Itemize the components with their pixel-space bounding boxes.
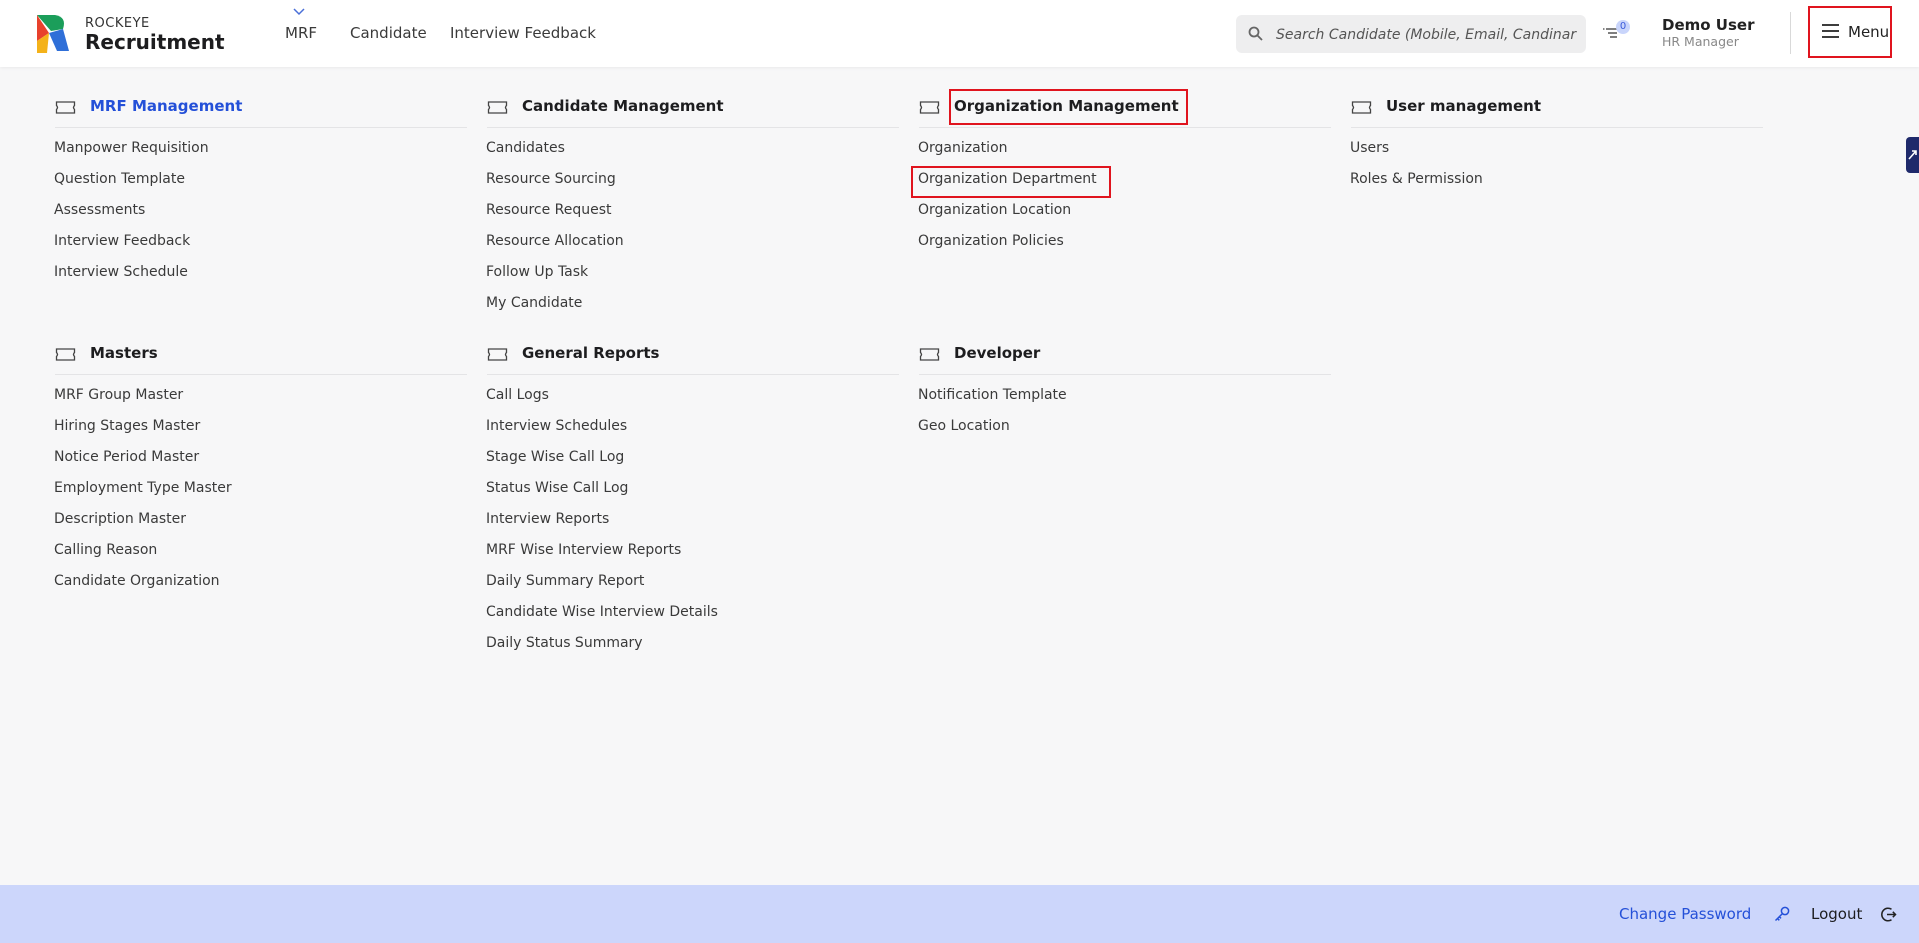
menu-item-resource-request[interactable]: Resource Request (486, 202, 612, 218)
chevron-down-icon[interactable] (292, 6, 306, 16)
menu-item-hiring-stages-master[interactable]: Hiring Stages Master (54, 418, 200, 434)
menu-item-status-wise-call-log[interactable]: Status Wise Call Log (486, 480, 628, 496)
menu-item-follow-up-task[interactable]: Follow Up Task (486, 264, 588, 280)
menu-item-assessments[interactable]: Assessments (54, 202, 145, 218)
menu-item-geo-location[interactable]: Geo Location (918, 418, 1010, 434)
arrow-icon (1908, 150, 1917, 160)
menu-item-my-candidate[interactable]: My Candidate (486, 295, 582, 311)
menu-item-description-master[interactable]: Description Master (54, 511, 186, 527)
section-title[interactable]: User management (1386, 97, 1541, 115)
menu-item-interview-feedback[interactable]: Interview Feedback (54, 233, 190, 249)
menu-item-question-template[interactable]: Question Template (54, 171, 185, 187)
menu-item-notification-template[interactable]: Notification Template (918, 387, 1067, 403)
brand-tagline: ROCKEYE (85, 16, 150, 31)
ticket-icon (487, 101, 508, 114)
section-title[interactable]: Candidate Management (522, 97, 724, 115)
menu-item-mrf-group-master[interactable]: MRF Group Master (54, 387, 183, 403)
logout-link[interactable]: Logout (1811, 905, 1862, 923)
menu-item-organization[interactable]: Organization (918, 140, 1008, 156)
ticket-icon (919, 348, 940, 361)
nav-item-interview-feedback[interactable]: Interview Feedback (450, 24, 596, 42)
menu-item-calling-reason[interactable]: Calling Reason (54, 542, 157, 558)
key-icon[interactable] (1773, 905, 1791, 923)
search-icon (1248, 26, 1263, 41)
section-masters: Masters (55, 344, 467, 375)
menu-item-candidate-organization[interactable]: Candidate Organization (54, 573, 220, 589)
header-divider (1790, 12, 1791, 54)
ticket-icon (55, 348, 76, 361)
menu-item-interview-schedules[interactable]: Interview Schedules (486, 418, 627, 434)
menu-label: Menu (1848, 23, 1890, 41)
menu-item-notice-period-master[interactable]: Notice Period Master (54, 449, 199, 465)
menu-item-daily-summary-report[interactable]: Daily Summary Report (486, 573, 644, 589)
brand-name: Recruitment (85, 30, 225, 54)
footer-bar: Change Password Logout (0, 885, 1919, 943)
section-user-management: User management (1351, 97, 1763, 128)
menu-item-mrf-wise-interview-reports[interactable]: MRF Wise Interview Reports (486, 542, 681, 558)
side-drawer-tab[interactable] (1906, 137, 1919, 173)
user-role: HR Manager (1662, 34, 1739, 49)
menu-item-interview-reports[interactable]: Interview Reports (486, 511, 609, 527)
nav-item-candidate[interactable]: Candidate (350, 24, 427, 42)
menu-item-stage-wise-call-log[interactable]: Stage Wise Call Log (486, 449, 624, 465)
section-mrf-management: MRF Management (55, 97, 467, 128)
notification-count-badge: 0 (1616, 20, 1630, 34)
menu-item-users[interactable]: Users (1350, 140, 1389, 156)
hamburger-icon (1822, 24, 1839, 38)
menu-item-manpower-requisition[interactable]: Manpower Requisition (54, 140, 209, 156)
change-password-link[interactable]: Change Password (1619, 905, 1751, 923)
ticket-icon (55, 101, 76, 114)
highlight-box-organization-department (911, 166, 1111, 198)
ticket-icon (1351, 101, 1372, 114)
menu-item-organization-location[interactable]: Organization Location (918, 202, 1071, 218)
notification-button[interactable]: 0 (1602, 20, 1632, 42)
ticket-icon (487, 348, 508, 361)
menu-item-resource-allocation[interactable]: Resource Allocation (486, 233, 624, 249)
user-name[interactable]: Demo User (1662, 16, 1754, 34)
menu-item-roles-permission[interactable]: Roles & Permission (1350, 171, 1483, 187)
menu-item-candidate-wise-interview-details[interactable]: Candidate Wise Interview Details (486, 604, 718, 620)
menu-item-candidates[interactable]: Candidates (486, 140, 565, 156)
section-developer: Developer (919, 344, 1331, 375)
section-general-reports: General Reports (487, 344, 899, 375)
section-title[interactable]: General Reports (522, 344, 659, 362)
ticket-icon (919, 101, 940, 114)
menu-item-interview-schedule[interactable]: Interview Schedule (54, 264, 188, 280)
menu-item-daily-status-summary[interactable]: Daily Status Summary (486, 635, 643, 651)
rockeye-logo-icon[interactable] (33, 11, 71, 55)
top-header: ROCKEYE Recruitment MRF Candidate Interv… (0, 0, 1919, 67)
section-title[interactable]: Developer (954, 344, 1040, 362)
search-input[interactable] (1274, 15, 1582, 55)
candidate-search[interactable] (1236, 15, 1586, 55)
section-candidate-management: Candidate Management (487, 97, 899, 128)
menu-button[interactable]: Menu (1808, 6, 1892, 58)
section-title[interactable]: Masters (90, 344, 158, 362)
highlight-box-organization-management (949, 89, 1188, 125)
nav-item-mrf[interactable]: MRF (285, 24, 317, 42)
menu-item-organization-policies[interactable]: Organization Policies (918, 233, 1064, 249)
logout-icon[interactable] (1880, 906, 1897, 923)
menu-item-employment-type-master[interactable]: Employment Type Master (54, 480, 232, 496)
menu-item-call-logs[interactable]: Call Logs (486, 387, 549, 403)
section-title[interactable]: MRF Management (90, 97, 242, 115)
menu-item-resource-sourcing[interactable]: Resource Sourcing (486, 171, 616, 187)
